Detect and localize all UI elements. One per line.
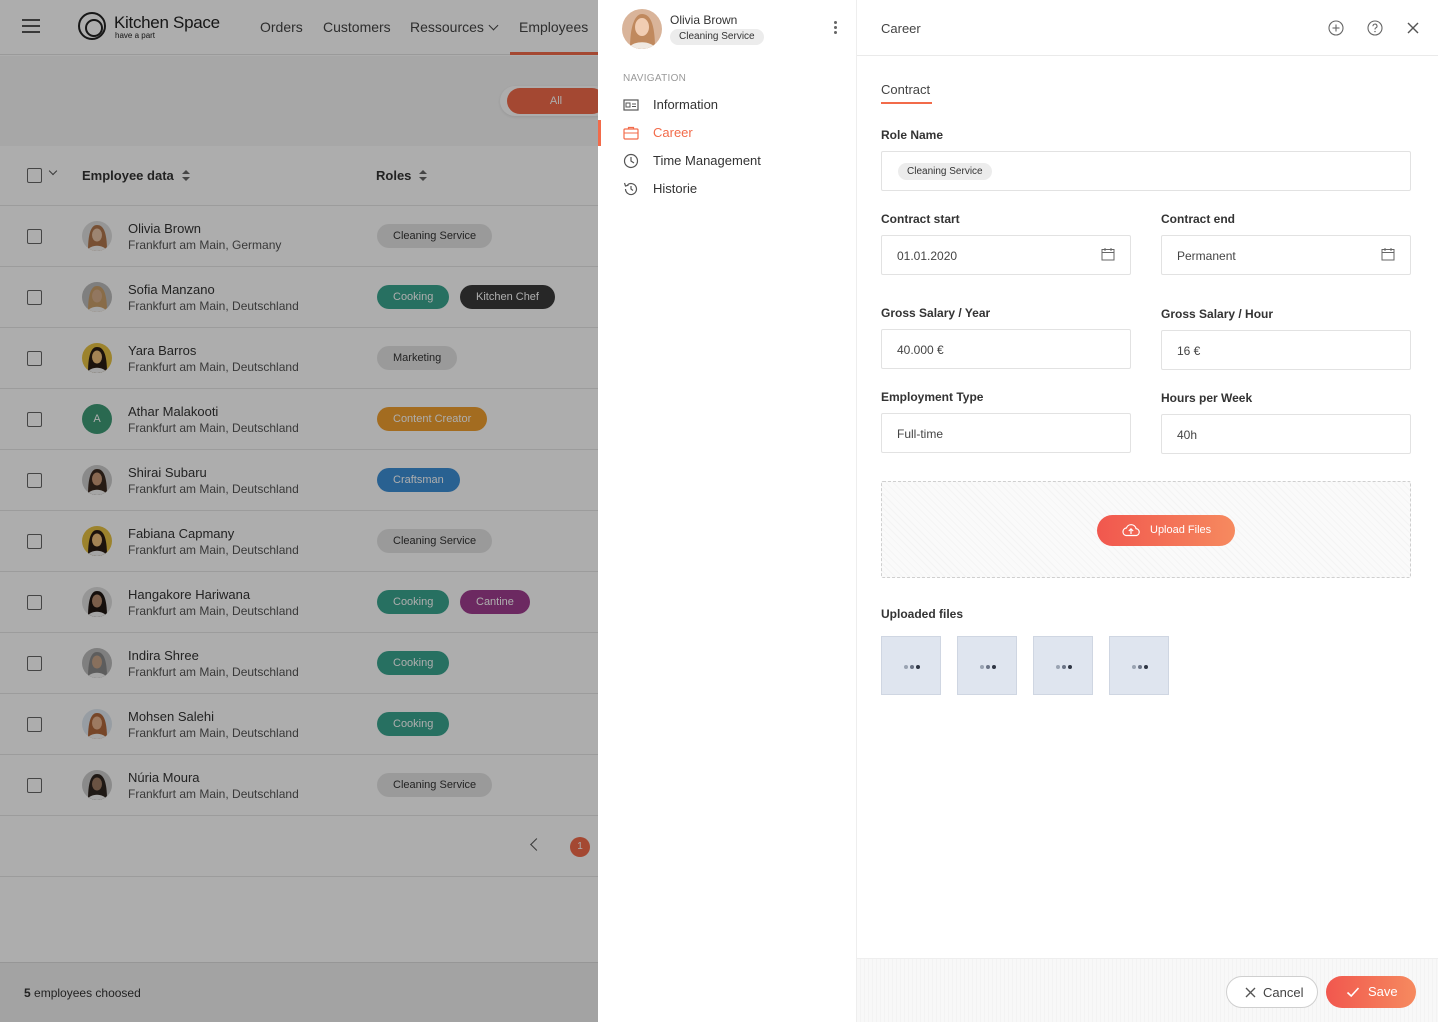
- contract-end-value: Permanent: [1177, 249, 1236, 263]
- tab-contract[interactable]: Contract: [881, 82, 930, 97]
- employment-type-label: Employment Type: [881, 390, 984, 404]
- add-icon[interactable]: [1328, 20, 1344, 36]
- employee-role-badge: Cleaning Service: [670, 29, 764, 45]
- sidebar-item-historie[interactable]: Historie: [598, 176, 856, 202]
- gross-salary-year-label: Gross Salary / Year: [881, 306, 991, 320]
- clock-icon: [623, 153, 639, 169]
- gross-salary-year-field[interactable]: 40.000 €: [881, 329, 1131, 369]
- avatar: [622, 9, 662, 49]
- contract-end-label: Contract end: [1161, 212, 1236, 226]
- more-options-icon[interactable]: [834, 21, 838, 35]
- upload-files-button[interactable]: Upload Files: [1097, 515, 1235, 546]
- panel-header: Career: [857, 0, 1438, 56]
- close-icon: [1245, 987, 1256, 998]
- career-panel: Career Contract Role Name Cleaning Servi…: [856, 0, 1438, 1022]
- detail-sidebar: Olivia Brown Cleaning Service NAVIGATION…: [598, 0, 856, 1022]
- upload-files-label: Upload Files: [1150, 524, 1212, 536]
- file-thumbnail[interactable]: [1033, 636, 1093, 695]
- gross-salary-hour-field[interactable]: 16 €: [1161, 330, 1411, 370]
- employment-type-value: Full-time: [897, 427, 944, 441]
- file-thumbnail[interactable]: [957, 636, 1017, 695]
- file-dropzone[interactable]: Upload Files: [881, 481, 1411, 578]
- hours-per-week-label: Hours per Week: [1161, 391, 1253, 405]
- navigation-heading: NAVIGATION: [623, 73, 687, 84]
- panel-title: Career: [881, 21, 921, 36]
- sidebar-item-label: Time Management: [653, 153, 761, 168]
- file-thumbnail[interactable]: [881, 636, 941, 695]
- sidebar-item-label: Information: [653, 97, 719, 112]
- briefcase-icon: [623, 126, 639, 140]
- history-icon: [623, 182, 638, 196]
- cancel-label: Cancel: [1263, 985, 1304, 1000]
- file-thumbnail[interactable]: [1109, 636, 1169, 695]
- sidebar-item-time-management[interactable]: Time Management: [598, 148, 856, 174]
- close-icon[interactable]: [1405, 20, 1421, 36]
- role-name-label: Role Name: [881, 128, 944, 142]
- modal-backdrop[interactable]: [0, 0, 598, 1022]
- panel-footer: Cancel Save: [857, 958, 1438, 1022]
- contract-start-field[interactable]: 01.01.2020: [881, 235, 1131, 275]
- contract-start-value: 01.01.2020: [897, 249, 958, 263]
- role-name-field[interactable]: Cleaning Service: [881, 151, 1411, 191]
- active-tab-indicator: [881, 102, 932, 104]
- calendar-icon[interactable]: [1101, 247, 1115, 261]
- hours-per-week-value: 40h: [1177, 428, 1198, 442]
- employment-type-field[interactable]: Full-time: [881, 413, 1131, 453]
- sidebar-item-label: Historie: [653, 181, 698, 196]
- save-label: Save: [1368, 984, 1398, 999]
- employee-name: Olivia Brown: [670, 13, 738, 27]
- id-card-icon: [623, 99, 639, 111]
- calendar-icon[interactable]: [1381, 247, 1395, 261]
- sidebar-item-career[interactable]: Career: [598, 120, 856, 146]
- sidebar-item-label: Career: [653, 125, 693, 140]
- checkmark-icon: [1346, 987, 1360, 998]
- save-button[interactable]: Save: [1326, 976, 1416, 1008]
- gross-salary-hour-label: Gross Salary / Hour: [1161, 307, 1274, 321]
- sidebar-item-information[interactable]: Information: [598, 92, 856, 118]
- cancel-button[interactable]: Cancel: [1226, 976, 1318, 1008]
- role-chip: Cleaning Service: [898, 163, 992, 180]
- contract-start-label: Contract start: [881, 212, 960, 226]
- hours-per-week-field[interactable]: 40h: [1161, 414, 1411, 454]
- gross-salary-hour-value: 16 €: [1177, 344, 1201, 358]
- active-indicator: [598, 120, 601, 146]
- uploaded-files-label: Uploaded files: [881, 607, 964, 621]
- gross-salary-year-value: 40.000 €: [897, 343, 944, 357]
- help-icon[interactable]: [1367, 20, 1383, 36]
- contract-end-field[interactable]: Permanent: [1161, 235, 1411, 275]
- cloud-upload-icon: [1122, 524, 1140, 537]
